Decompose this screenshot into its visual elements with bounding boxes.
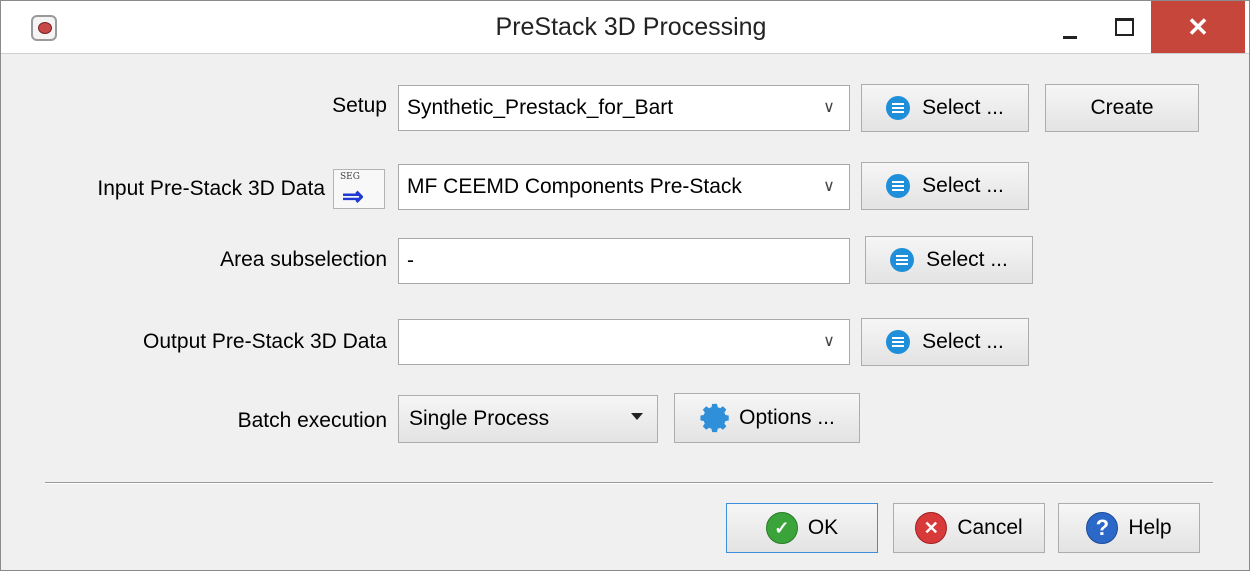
input-data-label: Input Pre-Stack 3D Data: [97, 177, 325, 200]
create-label: Create: [1090, 96, 1154, 119]
area-select-button[interactable]: Select ...: [865, 236, 1033, 284]
question-icon: ?: [1086, 512, 1119, 544]
list-icon: [886, 96, 911, 120]
setup-select-button[interactable]: Select ...: [861, 84, 1029, 132]
cancel-label: Cancel: [957, 516, 1023, 539]
area-subselection-value: -: [407, 249, 414, 272]
output-data-label: Output Pre-Stack 3D Data: [143, 330, 387, 353]
ok-label: OK: [807, 516, 839, 539]
options-button[interactable]: Options ...: [674, 393, 860, 443]
list-icon: [886, 330, 911, 354]
chevron-down-icon[interactable]: ∨: [819, 98, 839, 118]
chevron-down-icon[interactable]: ∨: [819, 332, 839, 352]
chevron-down-icon[interactable]: ∨: [819, 177, 839, 197]
close-button[interactable]: ✕: [1151, 1, 1245, 53]
dropdown-arrow-icon: [631, 413, 643, 420]
title-bar[interactable]: PreStack 3D Processing ✕: [1, 1, 1249, 54]
area-subselection-field[interactable]: -: [398, 238, 850, 284]
setup-value: Synthetic_Prestack_for_Bart: [407, 96, 674, 119]
cancel-button[interactable]: ✕ Cancel: [893, 503, 1045, 553]
gear-icon: [700, 403, 729, 433]
batch-execution-dropdown[interactable]: Single Process: [398, 395, 658, 443]
output-data-combobox[interactable]: ∨: [398, 319, 850, 365]
minimize-button[interactable]: [1044, 1, 1096, 53]
input-data-combobox[interactable]: MF CEEMD Components Pre-Stack ∨: [398, 164, 850, 210]
setup-combobox[interactable]: Synthetic_Prestack_for_Bart ∨: [398, 85, 850, 131]
batch-execution-value: Single Process: [409, 407, 550, 430]
check-icon: ✓: [765, 512, 798, 544]
maximize-icon: [1114, 18, 1134, 36]
close-icon: ✕: [1187, 11, 1209, 42]
input-select-button[interactable]: Select ...: [861, 162, 1029, 210]
area-select-label: Select ...: [926, 248, 1008, 271]
list-icon: [890, 248, 915, 272]
maximize-button[interactable]: [1098, 1, 1150, 53]
x-circle-icon: ✕: [915, 512, 948, 544]
create-button[interactable]: Create: [1045, 84, 1199, 132]
help-label: Help: [1128, 516, 1172, 539]
help-button[interactable]: ? Help: [1058, 503, 1200, 553]
setup-label: Setup: [332, 94, 387, 117]
dialog-window: PreStack 3D Processing ✕ Setup Synthetic…: [0, 0, 1250, 571]
list-icon: [886, 174, 911, 198]
separator: [45, 482, 1213, 484]
area-subselection-label: Area subselection: [220, 248, 387, 271]
ok-button[interactable]: ✓ OK: [726, 503, 878, 553]
setup-select-label: Select ...: [922, 96, 1004, 119]
output-select-button[interactable]: Select ...: [861, 318, 1029, 366]
batch-execution-label: Batch execution: [237, 409, 387, 432]
window-title: PreStack 3D Processing: [495, 13, 767, 41]
input-select-label: Select ...: [922, 174, 1004, 197]
minimize-icon: [1063, 35, 1077, 39]
options-label: Options ...: [739, 406, 835, 429]
arrow-right-icon: ⇒: [342, 181, 364, 211]
input-data-value: MF CEEMD Components Pre-Stack: [407, 175, 742, 198]
segy-import-icon[interactable]: SEG ⇒: [333, 169, 385, 209]
output-select-label: Select ...: [922, 330, 1004, 353]
app-logo-icon[interactable]: [31, 15, 57, 41]
